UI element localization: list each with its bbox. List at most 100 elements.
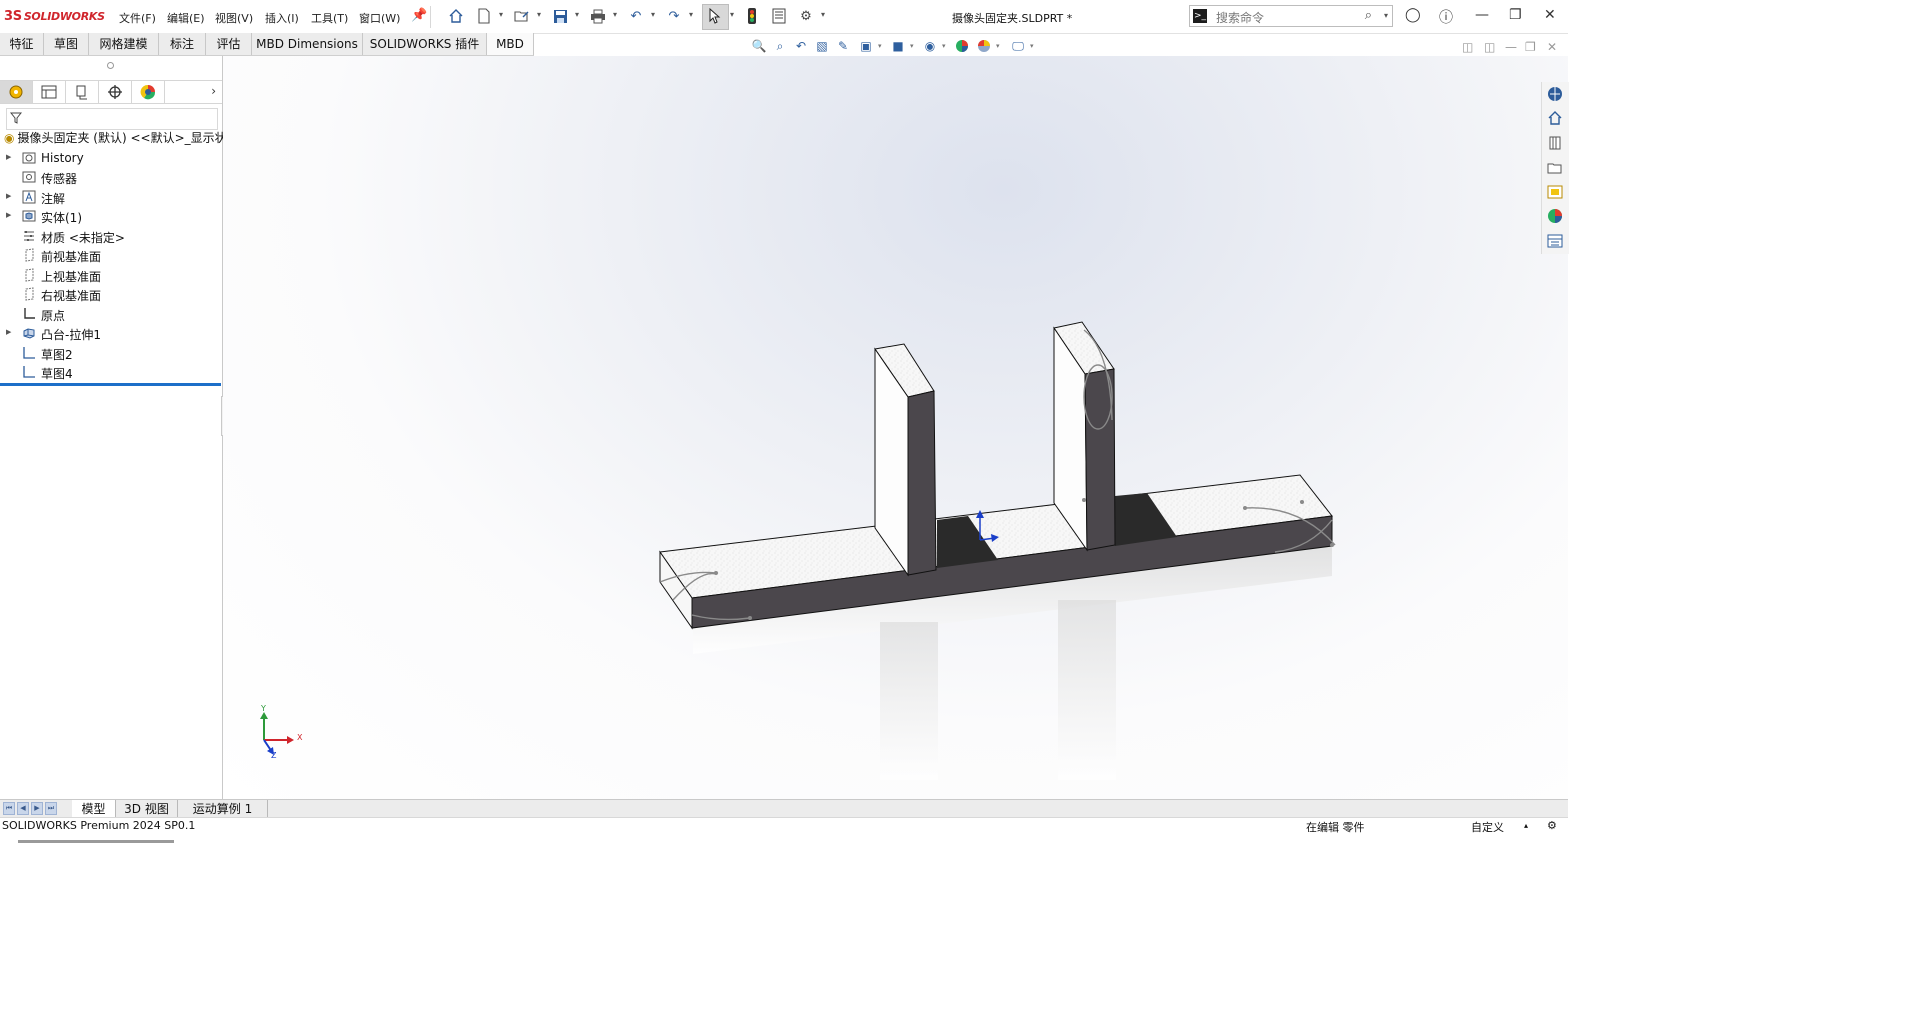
prev-tab-icon[interactable]: ◀ [17,802,29,815]
select-cursor-icon[interactable] [707,8,723,24]
viewport-restore-icon[interactable]: ❐ [1525,40,1536,54]
units-dropdown-icon[interactable]: ▴ [1524,821,1528,830]
expand-arrow-icon[interactable]: ▶ [6,153,11,161]
section-view-icon[interactable]: ▧ [814,38,830,54]
tree-filter-box[interactable] [6,108,218,130]
tree-item-origin[interactable]: 原点 [0,305,222,324]
menu-window[interactable]: 窗口(W) [359,10,400,26]
redo-dropdown-icon[interactable]: ▾ [689,10,693,19]
apply-scene-dropdown-icon[interactable]: ▾ [996,42,1000,50]
status-tools-icon[interactable]: ⚙ [1547,819,1557,832]
search-icon[interactable]: ⌕ [1365,8,1372,23]
tab-solidworks-addins[interactable]: SOLIDWORKS 插件 [363,33,487,55]
redo-icon[interactable]: ↷ [666,8,682,24]
view-settings-dropdown-icon[interactable]: ▾ [1030,42,1034,50]
view-orientation-dropdown-icon[interactable]: ▾ [878,42,882,50]
hide-show-dropdown-icon[interactable]: ▾ [942,42,946,50]
apply-scene-icon[interactable] [976,38,992,54]
print-icon[interactable] [590,8,606,24]
search-dropdown-icon[interactable]: ▾ [1384,11,1388,20]
menu-file[interactable]: 文件(F) [119,10,156,26]
tab-features[interactable]: 特征 [0,33,44,55]
featuremanager-tab-icon[interactable] [0,81,33,103]
menu-insert[interactable]: 插入(I) [265,10,299,26]
menu-tools[interactable]: 工具(T) [311,10,348,26]
new-document-icon[interactable] [476,8,492,24]
design-library-icon[interactable] [1545,133,1565,153]
home-task-pane-icon[interactable] [1545,108,1565,128]
account-icon[interactable]: ◯ [1405,7,1421,23]
expand-arrow-icon[interactable]: ▶ [6,211,11,219]
displaymanager-tab-icon[interactable] [132,81,165,103]
save-icon[interactable] [552,8,568,24]
save-dropdown-icon[interactable]: ▾ [575,10,579,19]
close-icon[interactable]: ✕ [1544,7,1556,23]
dynamic-annotation-icon[interactable]: ✎ [835,38,851,54]
last-tab-icon[interactable]: ⏭ [45,802,57,815]
panel-resize-handle[interactable] [107,62,114,69]
undo-icon[interactable]: ↶ [628,8,644,24]
tree-item-sensors[interactable]: 传感器 [0,168,222,187]
search-input[interactable]: 搜索命令 [1216,9,1264,26]
pin-menu-icon[interactable]: 📌 [411,8,427,23]
open-icon[interactable] [514,8,530,24]
rollback-bar[interactable] [0,383,221,386]
expand-arrow-icon[interactable]: ▶ [6,192,11,200]
solidworks-logo[interactable]: 3S SOLIDWORKS [4,9,105,24]
tree-item-front-plane[interactable]: 前视基准面 [0,246,222,265]
menu-edit[interactable]: 编辑(E) [167,10,205,26]
panel-horizontal-scrollbar[interactable] [18,840,174,843]
more-tabs-chevron-icon[interactable]: › [211,84,216,98]
tab-3d-views[interactable]: 3D 视图 [116,800,178,818]
new-dropdown-icon[interactable]: ▾ [499,10,503,19]
print-dropdown-icon[interactable]: ▾ [613,10,617,19]
viewport-minimize-icon[interactable]: — [1505,40,1517,54]
viewport-split-right-icon[interactable]: ◫ [1484,40,1495,54]
viewport-close-icon[interactable]: ✕ [1547,40,1557,54]
dimxpertmanager-tab-icon[interactable] [99,81,132,103]
tree-root-part[interactable]: ◉ 摄像头固定夹 (默认) <<默认>_显示状态 1> [4,129,260,146]
restore-icon[interactable]: ❐ [1509,7,1522,23]
help-icon[interactable]: ⓘ [1439,7,1453,27]
search-commands-box[interactable]: >_ 搜索命令 ⌕ ▾ [1189,5,1393,27]
graphics-area[interactable]: Y X Z [223,56,1568,799]
view-palette-icon[interactable] [1545,182,1565,202]
configurationmanager-tab-icon[interactable] [66,81,99,103]
hide-show-items-icon[interactable]: ◉ [922,38,938,54]
tab-mbd[interactable]: MBD [487,33,534,55]
zoom-to-fit-icon[interactable]: 🔍 [751,38,767,54]
options-dropdown-icon[interactable]: ▾ [821,10,825,19]
options-gear-icon[interactable]: ⚙ [798,8,814,24]
tree-item-sketch4[interactable]: 草图4 [0,363,222,382]
select-dropdown-icon[interactable]: ▾ [730,10,734,19]
display-style-icon[interactable]: ■ [890,38,906,54]
appearances-scenes-icon[interactable] [1545,206,1565,226]
tab-sketch[interactable]: 草图 [44,33,89,55]
next-tab-icon[interactable]: ▶ [31,802,43,815]
display-style-dropdown-icon[interactable]: ▾ [910,42,914,50]
propertymanager-tab-icon[interactable] [33,81,66,103]
custom-properties-icon[interactable] [1545,231,1565,251]
view-settings-icon[interactable]: 🖵 [1010,38,1026,54]
menu-view[interactable]: 视图(V) [215,10,253,26]
tree-item-material[interactable]: 材质 <未指定> [0,227,222,246]
tab-markup[interactable]: 标注 [159,33,206,55]
tree-item-annotations[interactable]: ▶ 注解 [0,188,222,207]
rebuild-traffic-light-icon[interactable] [744,8,760,24]
tab-model[interactable]: 模型 [72,800,116,818]
tab-motion-study-1[interactable]: 运动算例 1 [178,800,268,818]
edit-appearance-icon[interactable] [954,38,970,54]
zoom-to-area-icon[interactable]: ⌕ [772,38,788,54]
first-tab-icon[interactable]: ⏮ [3,802,15,815]
tab-evaluate[interactable]: 评估 [206,33,252,55]
viewport-split-left-icon[interactable]: ◫ [1462,40,1473,54]
tree-item-boss-extrude1[interactable]: ▶ 凸台-拉伸1 [0,324,222,343]
expand-arrow-icon[interactable]: ▶ [6,328,11,336]
file-properties-icon[interactable] [771,8,787,24]
tree-item-sketch2[interactable]: 草图2 [0,344,222,363]
undo-dropdown-icon[interactable]: ▾ [651,10,655,19]
status-units[interactable]: 自定义 [1471,819,1504,835]
view-orientation-icon[interactable]: ▣ [858,38,874,54]
tree-item-solid-bodies[interactable]: ▶ 实体(1) [0,207,222,226]
tree-item-right-plane[interactable]: 右视基准面 [0,285,222,304]
